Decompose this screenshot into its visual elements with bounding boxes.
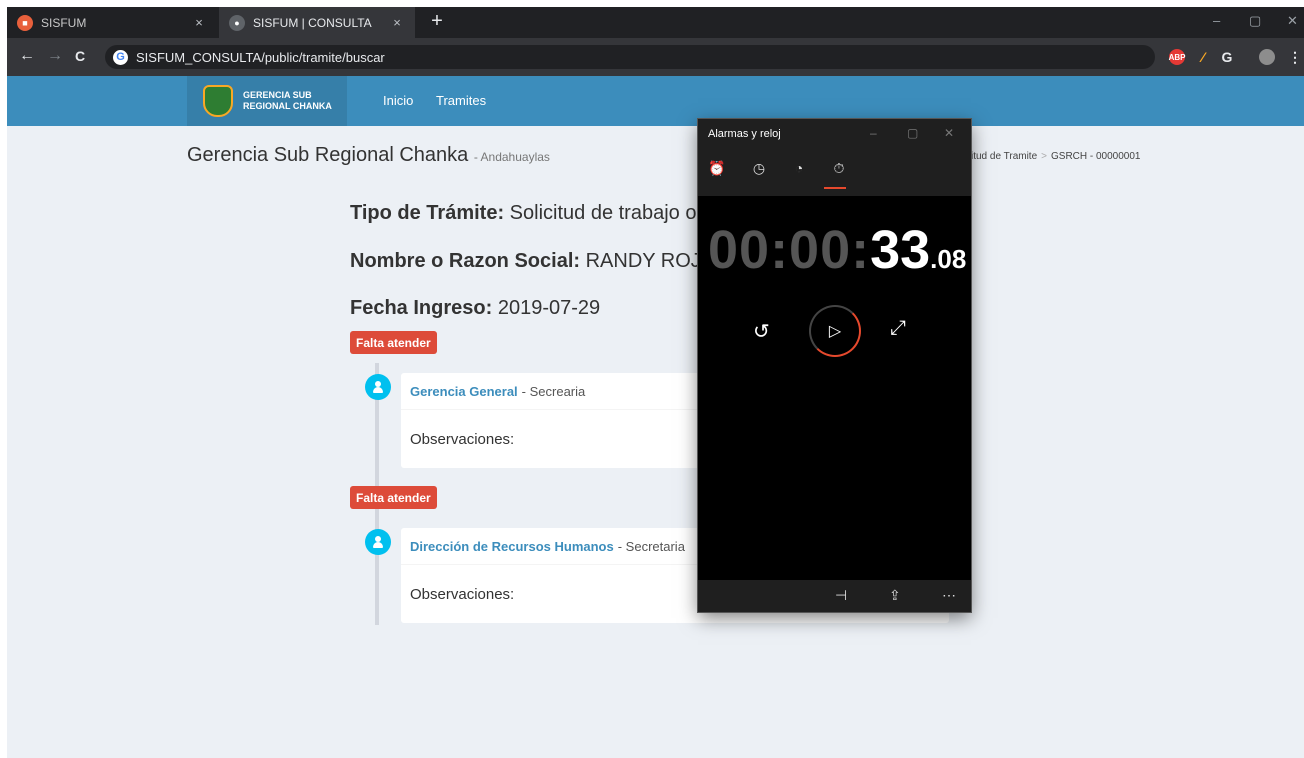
- nombre-label: Nombre o Razon Social:: [350, 250, 581, 272]
- site-favicon-icon: ■: [17, 14, 33, 31]
- logo-line-2: REGIONAL CHANKA: [243, 101, 332, 111]
- google-icon: G: [113, 49, 128, 65]
- breadcrumb: itud de Tramite > GSRCH - 00000001: [971, 151, 1141, 162]
- more-options-icon[interactable]: ⋯: [942, 587, 956, 604]
- office-role: - Secrearia: [521, 383, 586, 399]
- stopwatch-display: 00:00:33.08: [708, 219, 966, 281]
- reload-icon[interactable]: C: [75, 48, 85, 64]
- back-icon[interactable]: ←: [19, 47, 35, 65]
- tipo-tramite: Tipo de Trámite: Solicitud de trabajo op…: [350, 202, 719, 225]
- timer-icon[interactable]: ◔: [788, 160, 810, 180]
- maximize-icon[interactable]: ▢: [1249, 13, 1261, 29]
- page-subtitle: - Andahuaylas: [473, 150, 550, 164]
- tab-title: SISFUM: [41, 15, 87, 30]
- nombre-razon-social: Nombre o Razon Social: RANDY ROJAS R: [350, 250, 747, 273]
- breadcrumb-item[interactable]: itud de Tramite: [971, 151, 1037, 162]
- g-extension-icon[interactable]: G: [1219, 49, 1235, 65]
- adblock-icon[interactable]: ABP: [1169, 49, 1185, 65]
- close-window-icon[interactable]: ✕: [1287, 13, 1298, 29]
- tab-sisfum[interactable]: ■ SISFUM ×: [7, 7, 217, 38]
- url-text: SISFUM_CONSULTA/public/tramite/buscar: [136, 49, 385, 65]
- clock-tabs: ⏰ ◷ ◔ ⏱: [698, 151, 971, 196]
- close-tab-icon[interactable]: ×: [389, 15, 405, 30]
- world-clock-icon[interactable]: ◷: [748, 160, 770, 180]
- site-navbar: GERENCIA SUB REGIONAL CHANKA Inicio Tram…: [7, 76, 1304, 126]
- user-icon: [365, 374, 391, 400]
- breadcrumb-separator: >: [1041, 151, 1047, 162]
- alarm-icon[interactable]: ⏰: [706, 160, 728, 180]
- fecha-ingreso: Fecha Ingreso: 2019-07-29: [350, 297, 600, 320]
- office-link[interactable]: Gerencia General: [410, 384, 518, 399]
- play-icon: ▷: [828, 323, 842, 340]
- address-bar[interactable]: G SISFUM_CONSULTA/public/tramite/buscar: [105, 45, 1155, 69]
- tab-strip: ■ SISFUM × ● SISFUM | CONSULTA × + – ▢ ✕: [7, 7, 1304, 38]
- clock-maximize-icon[interactable]: ▢: [907, 126, 918, 140]
- tab-sisfum-consulta[interactable]: ● SISFUM | CONSULTA ×: [219, 7, 415, 38]
- tipo-label: Tipo de Trámite:: [350, 202, 505, 224]
- menu-kebab-icon[interactable]: ⋮: [1287, 49, 1303, 65]
- pin-icon[interactable]: ⊣: [835, 587, 847, 604]
- minimize-icon[interactable]: –: [1213, 13, 1220, 28]
- nav-link-inicio[interactable]: Inicio: [383, 93, 413, 108]
- expand-icon[interactable]: ⤢: [890, 317, 906, 340]
- pencil-extension-icon[interactable]: ⁄: [1195, 49, 1211, 65]
- clock-close-icon[interactable]: ✕: [944, 126, 954, 140]
- active-tab-indicator: [824, 187, 846, 189]
- stopwatch-hhmm: 00:00:: [708, 220, 871, 280]
- site-logo[interactable]: GERENCIA SUB REGIONAL CHANKA: [187, 76, 347, 126]
- office-link[interactable]: Dirección de Recursos Humanos: [410, 539, 614, 554]
- user-icon: [365, 529, 391, 555]
- tipo-value: Solicitud de trabajo ope: [509, 202, 719, 224]
- status-badge: Falta atender: [350, 331, 437, 354]
- alarmas-y-reloj-window: Alarmas y reloj – ▢ ✕ ⏰ ◷ ◔ ⏱ 00:00:33.0…: [698, 119, 971, 612]
- new-tab-button[interactable]: +: [425, 10, 449, 33]
- nav-link-tramites[interactable]: Tramites: [436, 93, 486, 108]
- stopwatch-seconds: 33: [870, 220, 931, 280]
- stopwatch-icon[interactable]: ⏱: [828, 160, 850, 180]
- clock-title-bar: Alarmas y reloj – ▢ ✕: [698, 119, 971, 151]
- reset-icon[interactable]: ↺: [753, 319, 770, 344]
- logo-line-1: GERENCIA SUB: [243, 90, 312, 100]
- tab-title: SISFUM | CONSULTA: [253, 15, 372, 30]
- profile-avatar-icon[interactable]: [1259, 49, 1275, 65]
- office-role: - Secretaria: [617, 538, 685, 554]
- page-title: Gerencia Sub Regional Chanka - Andahuayl…: [187, 144, 550, 167]
- shield-emblem-icon: [203, 85, 233, 117]
- globe-icon: ●: [229, 14, 245, 31]
- page-title-text: Gerencia Sub Regional Chanka: [187, 144, 469, 166]
- forward-icon[interactable]: →: [47, 47, 63, 65]
- clock-bottom-bar: ⊣ ⇪ ⋯: [698, 580, 971, 612]
- share-icon[interactable]: ⇪: [889, 587, 901, 604]
- close-tab-icon[interactable]: ×: [191, 15, 207, 30]
- fecha-value: 2019-07-29: [497, 297, 601, 319]
- breadcrumb-code: GSRCH - 00000001: [1051, 151, 1141, 162]
- fecha-label: Fecha Ingreso:: [350, 297, 493, 319]
- play-button[interactable]: ▷: [809, 305, 861, 357]
- status-badge: Falta atender: [350, 486, 437, 509]
- clock-window-title: Alarmas y reloj: [708, 128, 781, 140]
- browser-toolbar: ← → C G SISFUM_CONSULTA/public/tramite/b…: [7, 38, 1304, 76]
- stopwatch-centiseconds: .08: [930, 244, 967, 274]
- browser-window: ■ SISFUM × ● SISFUM | CONSULTA × + – ▢ ✕…: [7, 7, 1304, 758]
- clock-minimize-icon[interactable]: –: [870, 126, 877, 140]
